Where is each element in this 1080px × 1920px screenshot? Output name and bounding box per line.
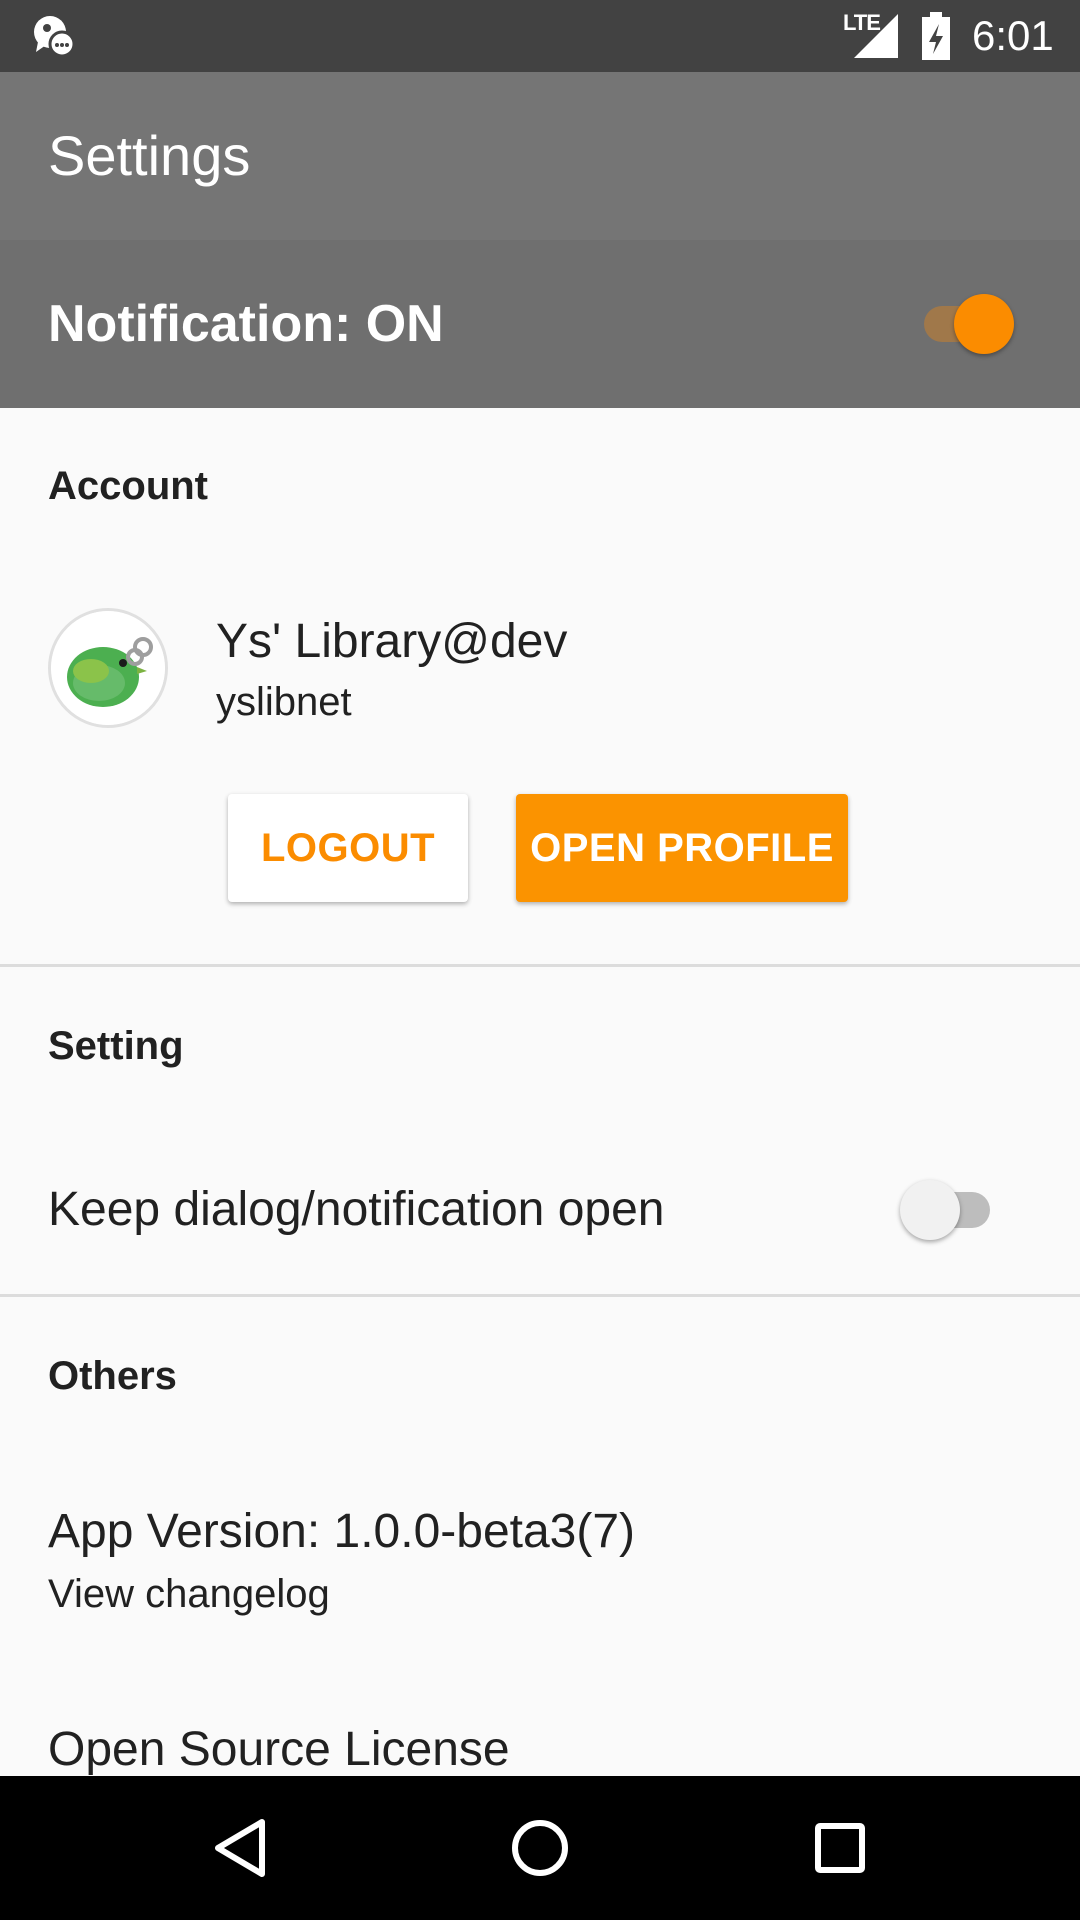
back-icon[interactable]	[204, 1812, 276, 1884]
status-clock: 6:01	[972, 12, 1054, 59]
system-navigation-bar	[0, 1776, 1080, 1920]
account-display-name: Ys' Library@dev	[216, 615, 568, 668]
chat-notification-icon	[34, 16, 76, 58]
account-section-header: Account	[48, 464, 208, 508]
app-version-title: App Version: 1.0.0-beta3(7)	[48, 1505, 636, 1558]
page-title: Settings	[48, 124, 251, 187]
setting-section-header: Setting	[48, 1024, 184, 1068]
battery-charging-icon	[922, 12, 950, 60]
keep-open-toggle[interactable]	[900, 1178, 1000, 1242]
notification-toggle[interactable]	[920, 292, 1020, 356]
others-section-header: Others	[48, 1354, 177, 1398]
keep-open-label: Keep dialog/notification open	[48, 1183, 665, 1236]
logout-button[interactable]: LOGOUT	[228, 794, 468, 902]
account-username: yslibnet	[216, 680, 352, 724]
app-toolbar: Settings	[0, 72, 1080, 240]
view-changelog-summary: View changelog	[48, 1572, 330, 1616]
toggle-thumb	[954, 294, 1014, 354]
section-divider	[0, 964, 1080, 967]
settings-screen: LTE 6:01 Settings Notification: ON Accou…	[0, 0, 1080, 1920]
section-divider	[0, 1294, 1080, 1297]
notification-master-switch-bar[interactable]: Notification: ON	[0, 240, 1080, 408]
notification-switch-label: Notification: ON	[48, 295, 444, 353]
recents-icon[interactable]	[804, 1812, 876, 1884]
network-type-label: LTE	[843, 10, 881, 35]
home-icon[interactable]	[504, 1812, 576, 1884]
toggle-thumb	[900, 1180, 960, 1240]
open-source-license-title: Open Source License	[48, 1723, 510, 1776]
bird-avatar-icon	[51, 611, 165, 725]
avatar	[48, 608, 168, 728]
open-profile-button[interactable]: OPEN PROFILE	[516, 794, 848, 902]
status-bar: LTE 6:01	[0, 0, 1080, 72]
